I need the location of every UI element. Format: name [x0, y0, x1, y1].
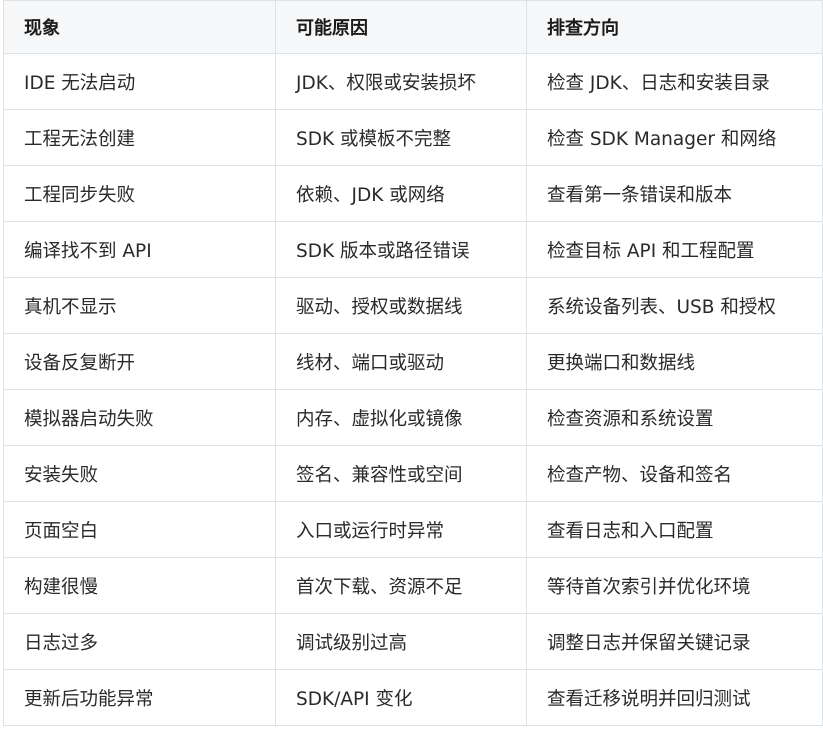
cell-symptom: IDE 无法启动: [3, 53, 276, 110]
troubleshooting-table: 现象 可能原因 排查方向 IDE 无法启动 JDK、权限或安装损坏 检查 JDK、日…: [3, 0, 823, 726]
table-row: 构建很慢 首次下载、资源不足 等待首次索引并优化环境: [3, 557, 823, 614]
cell-symptom: 真机不显示: [3, 277, 276, 334]
table-row: 工程同步失败 依赖、JDK 或网络 查看第一条错误和版本: [3, 165, 823, 222]
cell-symptom: 安装失败: [3, 445, 276, 502]
table-row: 页面空白 入口或运行时异常 查看日志和入口配置: [3, 501, 823, 558]
cell-direction: 查看第一条错误和版本: [526, 165, 823, 222]
cell-cause: 调试级别过高: [275, 613, 527, 670]
table-row: 设备反复断开 线材、端口或驱动 更换端口和数据线: [3, 333, 823, 390]
cell-direction: 检查目标 API 和工程配置: [526, 221, 823, 278]
cell-direction: 检查产物、设备和签名: [526, 445, 823, 502]
cell-cause: 线材、端口或驱动: [275, 333, 527, 390]
table-row: 模拟器启动失败 内存、虚拟化或镜像 检查资源和系统设置: [3, 389, 823, 446]
table-row: IDE 无法启动 JDK、权限或安装损坏 检查 JDK、日志和安装目录: [3, 53, 823, 110]
table-row: 安装失败 签名、兼容性或空间 检查产物、设备和签名: [3, 445, 823, 502]
table-header: 现象 可能原因 排查方向: [3, 0, 823, 54]
cell-cause: 驱动、授权或数据线: [275, 277, 527, 334]
cell-direction: 调整日志并保留关键记录: [526, 613, 823, 670]
table-row: 真机不显示 驱动、授权或数据线 系统设备列表、USB 和授权: [3, 277, 823, 334]
table-body: IDE 无法启动 JDK、权限或安装损坏 检查 JDK、日志和安装目录 工程无法创建 S…: [3, 53, 823, 726]
cell-direction: 检查资源和系统设置: [526, 389, 823, 446]
table-row: 日志过多 调试级别过高 调整日志并保留关键记录: [3, 613, 823, 670]
cell-direction: 系统设备列表、USB 和授权: [526, 277, 823, 334]
cell-cause: JDK、权限或安装损坏: [275, 53, 527, 110]
table-row: 编译找不到 API SDK 版本或路径错误 检查目标 API 和工程配置: [3, 221, 823, 278]
header-direction: 排查方向: [526, 0, 823, 54]
cell-symptom: 更新后功能异常: [3, 669, 276, 726]
header-cause: 可能原因: [275, 0, 527, 54]
cell-symptom: 页面空白: [3, 501, 276, 558]
cell-symptom: 构建很慢: [3, 557, 276, 614]
cell-cause: 依赖、JDK 或网络: [275, 165, 527, 222]
cell-symptom: 设备反复断开: [3, 333, 276, 390]
table-row: 更新后功能异常 SDK/API 变化 查看迁移说明并回归测试: [3, 669, 823, 726]
header-symptom: 现象: [3, 0, 276, 54]
cell-cause: 入口或运行时异常: [275, 501, 527, 558]
cell-cause: SDK 或模板不完整: [275, 109, 527, 166]
cell-cause: 首次下载、资源不足: [275, 557, 527, 614]
cell-symptom: 工程无法创建: [3, 109, 276, 166]
cell-direction: 查看迁移说明并回归测试: [526, 669, 823, 726]
cell-direction: 更换端口和数据线: [526, 333, 823, 390]
cell-cause: SDK 版本或路径错误: [275, 221, 527, 278]
cell-direction: 等待首次索引并优化环境: [526, 557, 823, 614]
header-row: 现象 可能原因 排查方向: [3, 0, 823, 54]
table-row: 工程无法创建 SDK 或模板不完整 检查 SDK Manager 和网络: [3, 109, 823, 166]
cell-cause: SDK/API 变化: [275, 669, 527, 726]
cell-symptom: 编译找不到 API: [3, 221, 276, 278]
cell-direction: 检查 JDK、日志和安装目录: [526, 53, 823, 110]
cell-cause: 内存、虚拟化或镜像: [275, 389, 527, 446]
cell-cause: 签名、兼容性或空间: [275, 445, 527, 502]
cell-symptom: 模拟器启动失败: [3, 389, 276, 446]
cell-symptom: 工程同步失败: [3, 165, 276, 222]
cell-direction: 查看日志和入口配置: [526, 501, 823, 558]
cell-symptom: 日志过多: [3, 613, 276, 670]
cell-direction: 检查 SDK Manager 和网络: [526, 109, 823, 166]
